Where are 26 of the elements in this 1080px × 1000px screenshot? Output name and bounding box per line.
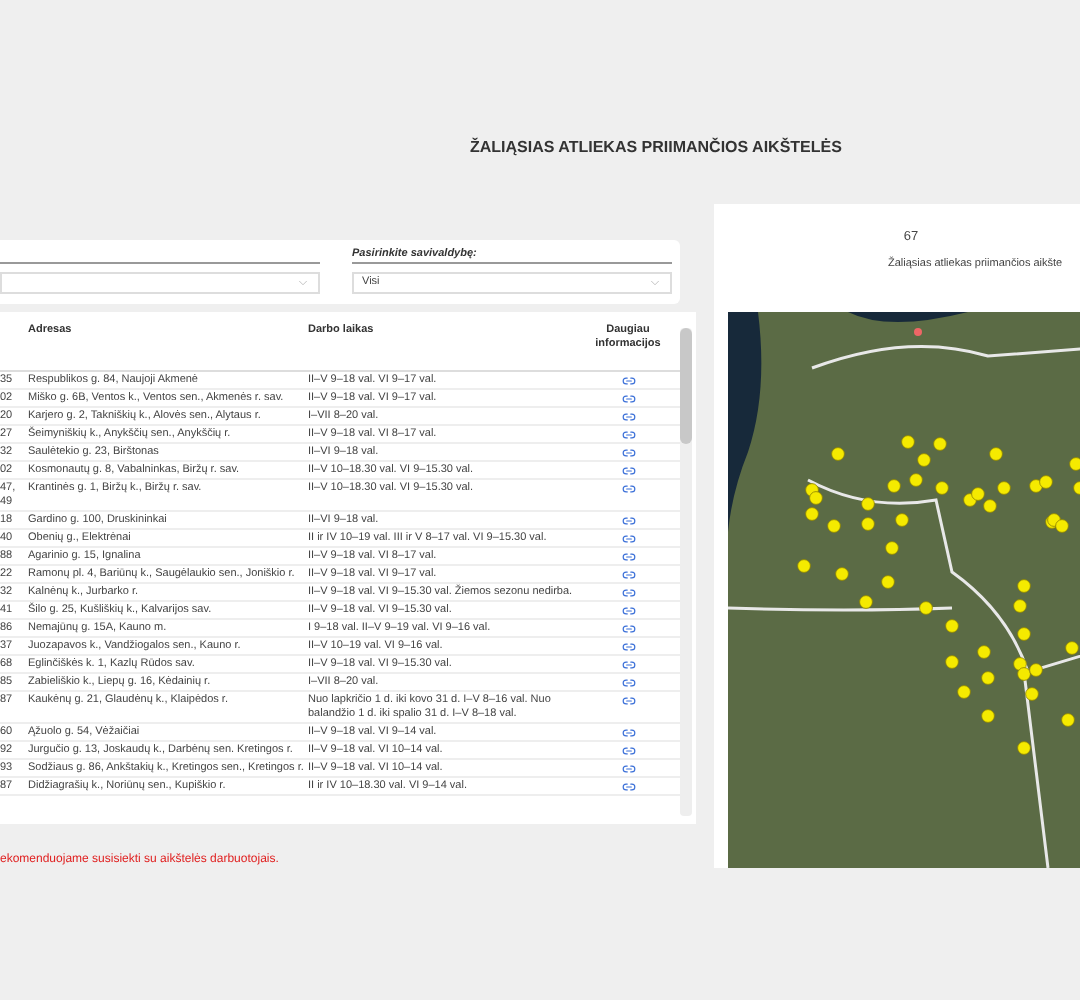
scrollbar-thumb[interactable]	[680, 328, 692, 444]
link-icon[interactable]	[621, 761, 635, 775]
link-icon[interactable]	[621, 445, 635, 459]
link-icon[interactable]	[621, 409, 635, 423]
link-icon[interactable]	[621, 481, 635, 495]
link-icon[interactable]	[621, 621, 635, 635]
page-title: ŽALIĄSIAS ATLIEKAS PRIIMANČIOS AIKŠTELĖS	[470, 136, 844, 160]
link-icon[interactable]	[621, 567, 635, 581]
link-icon[interactable]	[621, 657, 635, 671]
link-icon[interactable]	[621, 743, 635, 757]
link-icon[interactable]	[621, 639, 635, 653]
link-icon[interactable]	[621, 675, 635, 689]
chevron-icon	[296, 276, 310, 290]
link-icon[interactable]	[621, 725, 635, 739]
link-icon[interactable]	[621, 693, 635, 707]
link-icon[interactable]	[621, 463, 635, 477]
link-icon[interactable]	[621, 549, 635, 563]
link-icon[interactable]	[621, 427, 635, 441]
link-icon[interactable]	[621, 391, 635, 405]
link-icon[interactable]	[621, 373, 635, 387]
link-icon[interactable]	[621, 585, 635, 599]
link-icon[interactable]	[621, 531, 635, 545]
link-icon[interactable]	[621, 513, 635, 527]
link-icon[interactable]	[621, 603, 635, 617]
link-icon[interactable]	[621, 779, 635, 793]
chevron-icon	[648, 276, 662, 290]
